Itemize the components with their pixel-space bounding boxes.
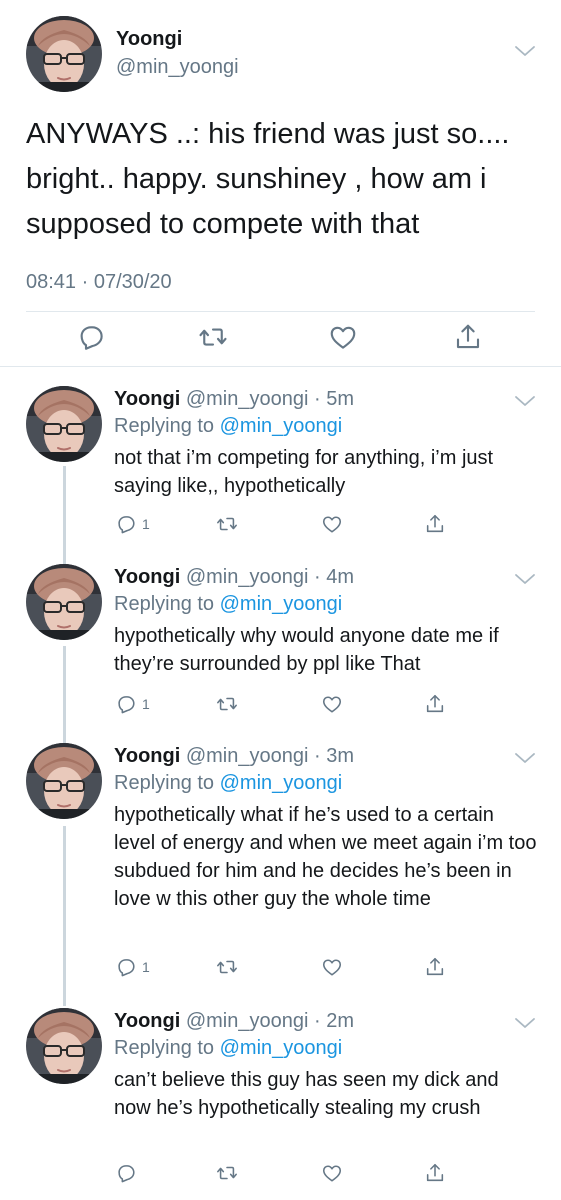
author-meta: @min_yoongi · 5m bbox=[185, 388, 354, 410]
chevron-down-icon[interactable] bbox=[514, 394, 536, 408]
replying-to: Replying to @min_yoongi bbox=[114, 591, 342, 617]
author-meta: @min_yoongi · 4m bbox=[185, 566, 354, 588]
reply-header: Yoongi @min_yoongi · 5m bbox=[114, 386, 354, 412]
main-tweet: Yoongi @min_yoongi ANYWAYS ..: his frien… bbox=[0, 0, 561, 366]
retweet-icon[interactable] bbox=[216, 1162, 238, 1184]
reply-icon[interactable] bbox=[115, 693, 137, 715]
reply-text: not that i’m competing for anything, i’m… bbox=[114, 447, 494, 497]
divider bbox=[26, 311, 535, 312]
replying-label: Replying to bbox=[114, 415, 220, 437]
replying-to-link[interactable]: @min_yoongi bbox=[220, 772, 343, 794]
retweet-icon[interactable] bbox=[216, 513, 238, 535]
replying-to: Replying to @min_yoongi bbox=[114, 1035, 342, 1061]
author-handle[interactable]: @min_yoongi bbox=[116, 56, 239, 79]
reply-icon[interactable] bbox=[76, 322, 106, 352]
replying-to: Replying to @min_yoongi bbox=[114, 413, 342, 439]
reply-header: Yoongi @min_yoongi · 3m bbox=[114, 743, 354, 769]
reply-tweet[interactable]: Yoongi @min_yoongi · 2m Replying to @min… bbox=[0, 1008, 561, 1198]
reply-count: 1 bbox=[142, 516, 150, 532]
author-name[interactable]: Yoongi bbox=[114, 388, 180, 410]
avatar[interactable] bbox=[26, 564, 102, 640]
avatar[interactable] bbox=[26, 386, 102, 462]
divider bbox=[0, 366, 561, 367]
like-icon[interactable] bbox=[321, 1162, 343, 1184]
tweet-actions bbox=[0, 1162, 561, 1192]
reply-tweet[interactable]: Yoongi @min_yoongi · 4m Replying to @min… bbox=[0, 564, 561, 724]
reply-tweet[interactable]: Yoongi @min_yoongi · 5m Replying to @min… bbox=[0, 386, 561, 546]
author-meta: @min_yoongi · 2m bbox=[185, 1010, 354, 1032]
replying-to-link[interactable]: @min_yoongi bbox=[220, 593, 343, 615]
retweet-icon[interactable] bbox=[216, 956, 238, 978]
share-icon[interactable] bbox=[424, 956, 446, 978]
chevron-down-icon[interactable] bbox=[514, 751, 536, 765]
tweet-actions bbox=[0, 322, 561, 362]
author-name[interactable]: Yoongi bbox=[114, 745, 180, 767]
share-icon[interactable] bbox=[424, 513, 446, 535]
reply-text: hypothetically why would anyone date me … bbox=[114, 625, 499, 675]
author-name[interactable]: Yoongi bbox=[114, 1010, 180, 1032]
retweet-icon[interactable] bbox=[198, 322, 228, 352]
tweet-text: ANYWAYS ..: his friend was just so.... b… bbox=[26, 118, 510, 240]
tweet-actions: 1 bbox=[0, 693, 561, 723]
replying-label: Replying to bbox=[114, 1037, 220, 1059]
share-icon[interactable] bbox=[424, 1162, 446, 1184]
share-icon[interactable] bbox=[453, 322, 483, 352]
avatar[interactable] bbox=[26, 743, 102, 819]
tweet-actions: 1 bbox=[0, 513, 561, 543]
chevron-down-icon[interactable] bbox=[514, 44, 536, 58]
author-name[interactable]: Yoongi bbox=[116, 28, 182, 51]
like-icon[interactable] bbox=[321, 513, 343, 535]
reply-tweet[interactable]: Yoongi @min_yoongi · 3m Replying to @min… bbox=[0, 743, 561, 983]
reply-count: 1 bbox=[142, 959, 150, 975]
replying-to-link[interactable]: @min_yoongi bbox=[220, 1037, 343, 1059]
avatar[interactable] bbox=[26, 1008, 102, 1084]
chevron-down-icon[interactable] bbox=[514, 1016, 536, 1030]
reply-text: hypothetically what if he’s used to a ce… bbox=[114, 804, 537, 910]
retweet-icon[interactable] bbox=[216, 693, 238, 715]
chevron-down-icon[interactable] bbox=[514, 572, 536, 586]
like-icon[interactable] bbox=[321, 956, 343, 978]
reply-icon[interactable] bbox=[115, 513, 137, 535]
reply-icon[interactable] bbox=[115, 1162, 137, 1184]
replying-label: Replying to bbox=[114, 593, 220, 615]
replying-label: Replying to bbox=[114, 772, 220, 794]
author-name[interactable]: Yoongi bbox=[114, 566, 180, 588]
like-icon[interactable] bbox=[328, 322, 358, 352]
reply-count: 1 bbox=[142, 696, 150, 712]
reply-text: can’t believe this guy has seen my dick … bbox=[114, 1069, 499, 1119]
tweet-actions: 1 bbox=[0, 956, 561, 986]
reply-header: Yoongi @min_yoongi · 4m bbox=[114, 564, 354, 590]
author-meta: @min_yoongi · 3m bbox=[185, 745, 354, 767]
avatar[interactable] bbox=[26, 16, 102, 92]
replying-to: Replying to @min_yoongi bbox=[114, 770, 342, 796]
like-icon[interactable] bbox=[321, 693, 343, 715]
reply-header: Yoongi @min_yoongi · 2m bbox=[114, 1008, 354, 1034]
share-icon[interactable] bbox=[424, 693, 446, 715]
replying-to-link[interactable]: @min_yoongi bbox=[220, 415, 343, 437]
reply-icon[interactable] bbox=[115, 956, 137, 978]
tweet-timestamp[interactable]: 08:41 · 07/30/20 bbox=[26, 271, 172, 294]
